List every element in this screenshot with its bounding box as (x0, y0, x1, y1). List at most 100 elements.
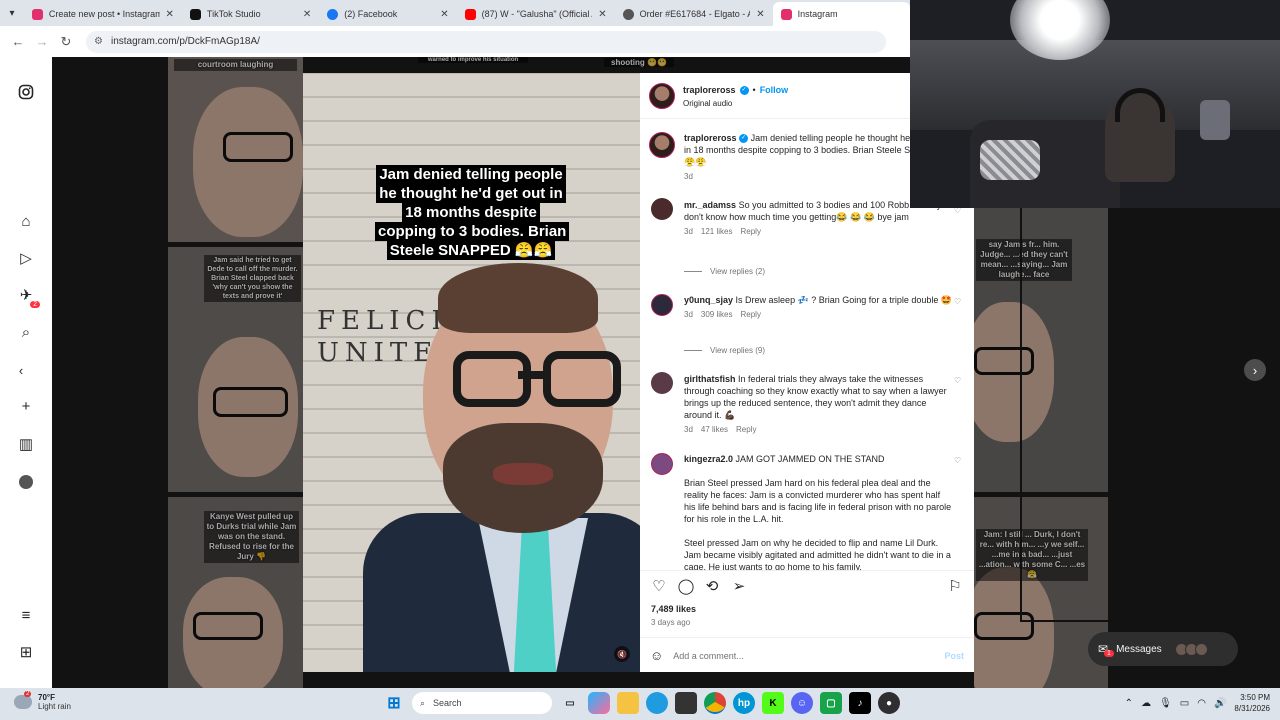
copilot-icon[interactable] (588, 692, 610, 714)
save-bookmark-icon[interactable]: ⚐ (946, 577, 964, 595)
commenter-avatar[interactable] (651, 294, 673, 316)
reels-icon[interactable]: ▷ (16, 248, 36, 268)
close-tab-icon[interactable]: ✕ (598, 9, 606, 20)
address-bar[interactable]: ⚙ instagram.com/p/DckFmAGp18A/ (86, 30, 886, 53)
comment-item: y0unq_sjay Is Drew asleep 💤 ? Brian Goin… (684, 294, 954, 321)
microphone-icon[interactable]: 🎙 (1159, 698, 1172, 709)
chevron-up-icon[interactable]: ⌃ (1125, 698, 1133, 709)
wifi-icon[interactable]: ◠ (1197, 698, 1206, 709)
search-icon[interactable]: ⌕ (16, 322, 36, 342)
also-from-meta-icon[interactable]: ⊞ (16, 642, 36, 662)
commenter-avatar[interactable] (651, 198, 673, 220)
add-comment-input[interactable]: Add a comment... (673, 651, 744, 661)
view-replies-button[interactable]: View replies (2) (684, 267, 765, 276)
commenter-username[interactable]: kingezra2.0 (684, 454, 733, 464)
author-avatar[interactable] (649, 83, 675, 109)
more-menu-icon[interactable]: ≡ (16, 605, 36, 625)
site-info-icon[interactable]: ⚙ (94, 36, 103, 47)
close-tab-icon[interactable]: ✕ (756, 9, 764, 20)
author-username[interactable]: traploreross (683, 85, 736, 95)
tab-elgato[interactable]: Order #E617684 - Elgato - Acco ✕ (615, 2, 773, 26)
comment-text: JAM GOT JAMMED ON THE STAND (735, 454, 885, 464)
post-actions: ♡ ◯ ⟲ ➢ ⚐ 7,489 likes 3 days ago ☺ Add a… (640, 570, 974, 672)
emoji-picker-icon[interactable]: ☺ (650, 648, 663, 663)
discord-icon[interactable]: ☺ (791, 692, 813, 714)
commenter-avatar[interactable] (651, 453, 673, 475)
comment-likes[interactable]: 47 likes (701, 424, 728, 436)
commenter-username[interactable]: girlthatsfish (684, 374, 736, 384)
tiktok-icon[interactable]: ♪ (849, 692, 871, 714)
reply-button[interactable]: Reply (740, 226, 760, 238)
repost-icon[interactable]: ⟲ (703, 577, 721, 595)
overlay-frame (1020, 208, 1280, 622)
comment-likes[interactable]: 121 likes (701, 226, 733, 238)
edge-icon[interactable] (646, 692, 668, 714)
reply-button[interactable]: Reply (740, 309, 760, 321)
taskbar-search-label: Search (433, 698, 462, 708)
direct-messages-icon[interactable]: ✈ 2 (16, 285, 40, 308)
dashboard-icon[interactable]: ▥ (16, 434, 36, 454)
messages-label: Messages (1116, 643, 1162, 655)
commenter-username[interactable]: mr._adamss (684, 200, 736, 210)
like-comment-heart-icon[interactable]: ♡ (954, 297, 964, 307)
like-heart-icon[interactable]: ♡ (650, 577, 668, 595)
original-audio-link[interactable]: Original audio (683, 99, 732, 108)
kick-icon[interactable]: K (762, 692, 784, 714)
reply-button[interactable]: Reply (736, 424, 756, 436)
notification-badge: 2 (30, 301, 40, 308)
audio-muted-icon[interactable]: 🔇 (614, 646, 630, 662)
back-arrow-icon[interactable]: ← (8, 32, 28, 52)
tab-tiktok-studio[interactable]: TikTok Studio ✕ (182, 2, 319, 26)
file-explorer-icon[interactable] (617, 692, 639, 714)
view-replies-button[interactable]: View replies (9) (684, 346, 765, 355)
comment-paragraph: Brian Steel pressed Jam hard on his fede… (684, 478, 952, 524)
store-icon[interactable] (675, 692, 697, 714)
taskbar-search[interactable]: ⌕ Search (412, 692, 552, 714)
follow-button[interactable]: Follow (760, 85, 789, 95)
system-tray: ⌃ ☁ 🎙 ▭ ◠ 🔊 3:50 PM 8/31/2026 (1125, 692, 1270, 714)
profile-avatar-icon[interactable] (16, 472, 36, 492)
comment-bubble-icon[interactable]: ◯ (677, 577, 695, 595)
app-green-icon[interactable]: ▢ (820, 692, 842, 714)
create-icon[interactable]: + (16, 396, 36, 416)
weather-desc: Light rain (38, 702, 71, 711)
forward-arrow-icon[interactable]: → (32, 32, 52, 52)
search-icon: ⌕ (420, 697, 426, 708)
instagram-logo-icon[interactable] (16, 82, 36, 102)
share-icon[interactable]: ➢ (730, 577, 748, 595)
messages-button[interactable]: ✉ 1 Messages (1088, 632, 1238, 666)
likes-count[interactable]: 7,489 likes (651, 604, 696, 614)
display-icon[interactable]: ▭ (1180, 698, 1189, 709)
tab-search-icon[interactable]: ▾ (0, 0, 24, 26)
onedrive-icon[interactable]: ☁ (1141, 698, 1151, 709)
clock[interactable]: 3:50 PM 8/31/2026 (1234, 692, 1270, 714)
comment-meta: 3d 309 likes Reply (684, 309, 954, 321)
tab-instagram[interactable]: Instagram (772, 2, 910, 26)
comment-likes[interactable]: 309 likes (701, 309, 733, 321)
task-view-icon[interactable]: ▭ (559, 692, 581, 714)
like-comment-heart-icon[interactable]: ♡ (954, 456, 964, 466)
post-comment-button[interactable]: Post (944, 651, 964, 661)
weather-widget[interactable]: 2 70°F Light rain (14, 691, 71, 711)
close-tab-icon[interactable]: ✕ (440, 9, 448, 20)
chrome-icon[interactable] (704, 692, 726, 714)
tab-facebook[interactable]: (2) Facebook ✕ (319, 2, 456, 26)
comment-age: 3d (684, 425, 693, 434)
home-icon[interactable]: ⌂ (16, 211, 36, 231)
post-video[interactable]: FELICIT N UNITE Jam denied telling people… (303, 73, 640, 672)
hp-icon[interactable]: hp (733, 692, 755, 714)
close-tab-icon[interactable]: ✕ (303, 9, 311, 20)
author-avatar[interactable] (649, 132, 675, 158)
windows-start-icon[interactable]: ⊞ (383, 692, 405, 714)
reload-icon[interactable]: ↻ (56, 32, 76, 52)
tab-create-post[interactable]: Create new post • Instagram ✕ (24, 2, 182, 26)
obs-icon[interactable]: ● (878, 692, 900, 714)
commenter-avatar[interactable] (651, 372, 673, 394)
close-tab-icon[interactable]: ✕ (166, 9, 174, 20)
author-username[interactable]: traploreross (684, 133, 737, 143)
previous-post-icon[interactable]: ‹ (10, 359, 32, 381)
volume-icon[interactable]: 🔊 (1214, 698, 1226, 709)
like-comment-heart-icon[interactable]: ♡ (954, 376, 964, 386)
tab-youtube[interactable]: (87) W - "Galusha" (Official Aud ✕ (457, 2, 615, 26)
commenter-username[interactable]: y0unq_sjay (684, 295, 733, 305)
